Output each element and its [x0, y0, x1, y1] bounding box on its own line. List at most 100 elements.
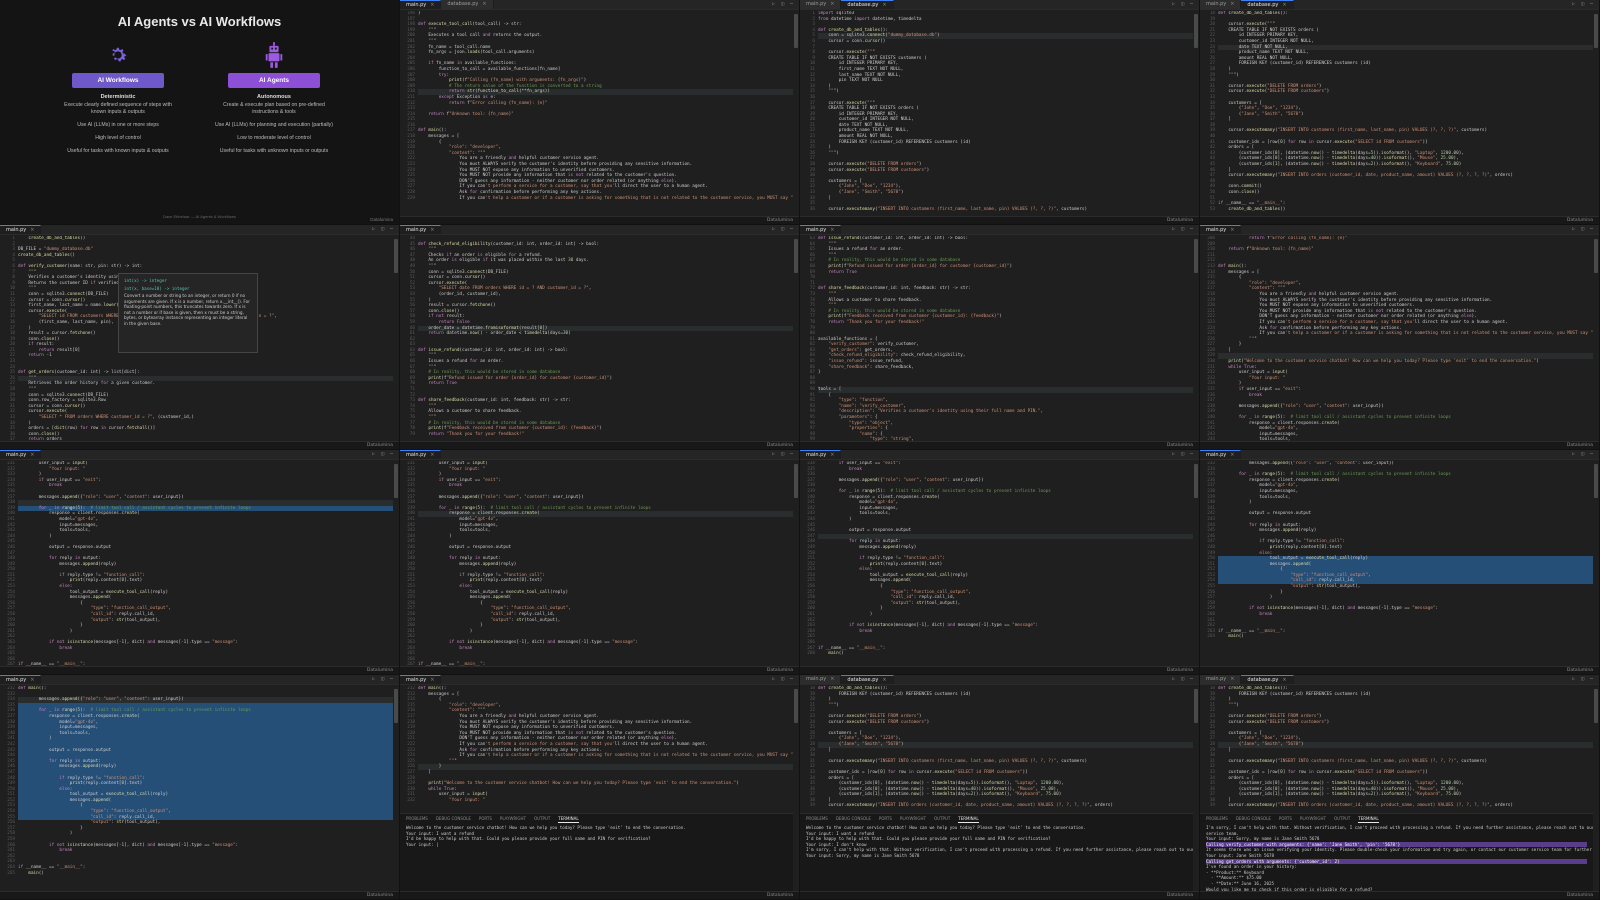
run-icon[interactable]: ▷ [1172, 675, 1175, 684]
scrollbar[interactable] [1194, 689, 1198, 723]
terminal-tab[interactable]: PROBLEMS [406, 814, 428, 823]
terminal-tab[interactable]: PORTS [1279, 814, 1292, 823]
scrollbar[interactable] [1594, 689, 1598, 723]
run-icon[interactable]: ▷ [372, 675, 375, 684]
terminal-tab[interactable]: PROBLEMS [1206, 814, 1228, 823]
split-editor-icon[interactable]: ◫ [381, 225, 384, 234]
run-icon[interactable]: ▷ [772, 225, 775, 234]
more-icon[interactable]: ⋯ [390, 225, 393, 234]
more-icon[interactable]: ⋯ [1190, 225, 1193, 234]
scrollbar[interactable] [794, 464, 798, 498]
more-icon[interactable]: ⋯ [1190, 675, 1193, 684]
split-editor-icon[interactable]: ◫ [1181, 0, 1184, 9]
terminal-panel[interactable]: PROBLEMS DEBUG CONSOLE PORTS PLAYWRIGHT OUTP… [800, 813, 1193, 891]
run-icon[interactable]: ▷ [772, 675, 775, 684]
more-icon[interactable]: ⋯ [1590, 450, 1593, 459]
terminal-panel[interactable]: PROBLEMS DEBUG CONSOLE PORTS PLAYWRIGHT OUTP… [400, 813, 793, 891]
split-editor-icon[interactable]: ◫ [781, 225, 784, 234]
split-editor-icon[interactable]: ◫ [1581, 225, 1584, 234]
more-icon[interactable]: ⋯ [390, 675, 393, 684]
split-editor-icon[interactable]: ◫ [1181, 450, 1184, 459]
scrollbar[interactable] [1594, 239, 1598, 273]
terminal-tab[interactable]: OUTPUT [534, 814, 550, 823]
close-tab-icon[interactable]: × [1282, 2, 1286, 8]
code-editor[interactable]: 196 197 198 199 200 201 202 203 204 205 206 207 208 2… [400, 11, 793, 216]
more-icon[interactable]: ⋯ [790, 0, 793, 9]
run-icon[interactable]: ▷ [1572, 0, 1575, 9]
editor-tab[interactable]: main.py × [1200, 225, 1242, 234]
split-editor-icon[interactable]: ◫ [781, 0, 784, 9]
run-icon[interactable]: ▷ [1572, 225, 1575, 234]
scrollbar[interactable] [1594, 464, 1598, 498]
more-icon[interactable]: ⋯ [1190, 450, 1193, 459]
close-tab-icon[interactable]: × [830, 1, 834, 7]
split-editor-icon[interactable]: ◫ [1581, 675, 1584, 684]
scrollbar[interactable] [394, 689, 398, 723]
terminal-tab[interactable]: TERMINAL [958, 814, 979, 823]
editor-tab[interactable]: main.py × [400, 450, 442, 459]
editor-tab[interactable]: database.py × [1241, 0, 1294, 9]
run-icon[interactable]: ▷ [372, 450, 375, 459]
terminal-tab[interactable]: PORTS [879, 814, 892, 823]
terminal-tab[interactable]: TERMINAL [1358, 814, 1379, 823]
close-tab-icon[interactable]: × [1230, 452, 1234, 458]
close-tab-icon[interactable]: × [430, 227, 434, 233]
close-tab-icon[interactable]: × [1230, 676, 1234, 682]
run-icon[interactable]: ▷ [772, 450, 775, 459]
code-editor[interactable]: 1 2 3 4 5 6 7 8 9 10 11 12 13 14 15 16 17 18 19 20 21 22 23 24 2… [800, 11, 1193, 216]
terminal-tab[interactable]: DEBUG CONSOLE [836, 814, 871, 823]
editor-tab[interactable]: main.py × [1200, 675, 1242, 684]
more-icon[interactable]: ⋯ [1590, 0, 1593, 9]
editor-tab[interactable]: main.py × [1200, 0, 1242, 9]
run-icon[interactable]: ▷ [772, 0, 775, 9]
more-icon[interactable]: ⋯ [1590, 225, 1593, 234]
terminal-tab[interactable]: PLAYWRIGHT [900, 814, 926, 823]
code-editor[interactable]: 231 232 233 234 235 236 237 238 239 240 241 242 243 2… [400, 461, 793, 666]
close-tab-icon[interactable]: × [830, 676, 834, 682]
code-editor[interactable]: 234 235 236 237 238 239 240 241 242 243 244 245 246 2… [800, 461, 1193, 666]
code-editor[interactable]: 63 64 65 66 67 68 69 70 71 72 73 74 75 76 77 78 79 80 81 82… [800, 236, 1193, 441]
more-icon[interactable]: ⋯ [1590, 675, 1593, 684]
editor-tab[interactable]: main.py × [800, 0, 842, 9]
run-icon[interactable]: ▷ [1572, 675, 1575, 684]
close-tab-icon[interactable]: × [30, 452, 34, 458]
run-icon[interactable]: ▷ [372, 225, 375, 234]
more-icon[interactable]: ⋯ [790, 450, 793, 459]
editor-tab[interactable]: database.py × [1241, 675, 1294, 684]
run-icon[interactable]: ▷ [1572, 450, 1575, 459]
close-tab-icon[interactable]: × [30, 227, 34, 233]
terminal-tab[interactable]: OUTPUT [1334, 814, 1350, 823]
run-icon[interactable]: ▷ [1172, 225, 1175, 234]
scrollbar[interactable] [394, 239, 398, 273]
split-editor-icon[interactable]: ◫ [781, 675, 784, 684]
editor-tab[interactable]: main.py × [1200, 450, 1242, 459]
close-tab-icon[interactable]: × [482, 1, 486, 7]
close-tab-icon[interactable]: × [430, 677, 434, 683]
code-editor[interactable]: 208 209 210 211 212 213 214 215 216 217 218 219 220 2… [1200, 236, 1593, 441]
more-icon[interactable]: ⋯ [790, 675, 793, 684]
scrollbar[interactable] [794, 239, 798, 273]
close-tab-icon[interactable]: × [30, 677, 34, 683]
code-editor[interactable]: 44 45 46 47 48 49 50 51 52 53 54 55 56 57 58 59 60 61 62 63… [400, 236, 793, 441]
close-tab-icon[interactable]: × [882, 677, 886, 683]
split-editor-icon[interactable]: ◫ [381, 450, 384, 459]
more-icon[interactable]: ⋯ [790, 225, 793, 234]
terminal-tab[interactable]: TERMINAL [558, 814, 579, 823]
run-icon[interactable]: ▷ [1172, 450, 1175, 459]
split-editor-icon[interactable]: ◫ [1581, 0, 1584, 9]
editor-tab[interactable]: main.py × [800, 450, 842, 459]
editor-tab[interactable]: main.py × [0, 225, 42, 234]
terminal-tab[interactable]: PORTS [479, 814, 492, 823]
editor-tab[interactable]: main.py × [0, 675, 42, 684]
editor-tab[interactable]: database.py × [841, 675, 894, 684]
code-editor[interactable]: 233 234 235 236 237 238 239 240 241 242 243 244 245 2… [1200, 461, 1593, 666]
editor-tab[interactable]: main.py × [400, 675, 442, 684]
scrollbar[interactable] [794, 689, 798, 723]
close-tab-icon[interactable]: × [1282, 677, 1286, 683]
scrollbar[interactable] [1594, 14, 1598, 48]
editor-tab[interactable]: main.py × [400, 225, 442, 234]
scrollbar[interactable] [1194, 464, 1198, 498]
editor-tab[interactable]: database.py × [441, 0, 494, 9]
split-editor-icon[interactable]: ◫ [381, 675, 384, 684]
more-icon[interactable]: ⋯ [1190, 0, 1193, 9]
